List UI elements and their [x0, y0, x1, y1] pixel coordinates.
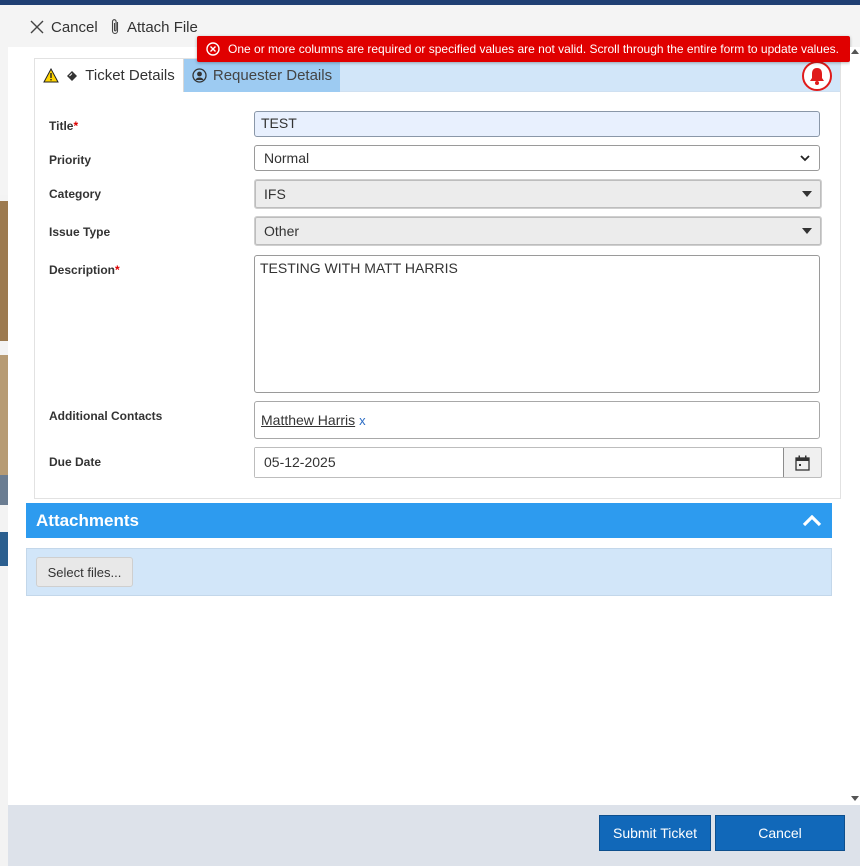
footer-cancel-button[interactable]: Cancel [715, 815, 845, 851]
alert-bell-button[interactable] [802, 61, 832, 91]
due-date-input[interactable]: 05-12-2025 [255, 448, 784, 477]
tab-ticket-details-label: Ticket Details [85, 67, 175, 84]
remove-contact-button[interactable]: x [359, 413, 366, 428]
priority-value: Normal [264, 150, 310, 166]
contact-chip[interactable]: Matthew Harris [261, 412, 355, 428]
scroll-up-arrow[interactable] [851, 49, 859, 54]
tab-requester-details-label: Requester Details [212, 67, 333, 84]
chevron-up-icon [802, 514, 822, 526]
due-date-label: Due Date [49, 455, 102, 469]
scrollbar[interactable] [850, 47, 860, 803]
description-label: Description* [49, 263, 120, 277]
user-circle-icon [192, 68, 207, 83]
validation-error-banner: One or more columns are required or spec… [197, 36, 850, 62]
priority-label: Priority [49, 153, 92, 167]
category-value: IFS [264, 186, 286, 202]
warning-icon [43, 68, 60, 83]
attachments-panel: Select files... [26, 548, 832, 596]
attachments-header[interactable]: Attachments [26, 503, 832, 538]
additional-contacts-label: Additional Contacts [49, 409, 163, 423]
calendar-icon [795, 455, 810, 471]
paperclip-icon [111, 19, 119, 35]
issue-type-dropdown[interactable]: Other [254, 216, 822, 246]
category-label: Category [49, 187, 102, 201]
ticket-form-panel: Ticket Details Requester Details Title* … [34, 58, 841, 499]
select-files-button[interactable]: Select files... [36, 557, 133, 587]
background-page-sliver [0, 5, 8, 866]
title-input[interactable]: TEST [254, 111, 820, 137]
category-dropdown[interactable]: IFS [254, 179, 822, 209]
attach-file-button[interactable]: Attach File [110, 17, 198, 37]
attach-file-label: Attach File [127, 18, 198, 36]
scroll-down-arrow[interactable] [851, 796, 859, 801]
calendar-button[interactable] [784, 448, 821, 477]
bell-icon [810, 68, 824, 85]
tab-requester-details[interactable]: Requester Details [184, 59, 340, 92]
close-icon [30, 20, 44, 34]
dialog-footer: Submit Ticket Cancel [8, 805, 860, 866]
validation-error-message: One or more columns are required or spec… [228, 42, 839, 56]
caret-down-icon [802, 228, 812, 234]
caret-down-icon [802, 191, 812, 197]
issue-type-value: Other [264, 223, 300, 239]
chevron-down-icon [800, 154, 810, 161]
title-label: Title* [49, 119, 79, 133]
tab-ticket-details[interactable]: Ticket Details [35, 59, 184, 92]
tabs-bar: Ticket Details Requester Details [35, 59, 840, 92]
ticket-icon [67, 70, 78, 81]
error-circle-icon [206, 42, 220, 56]
attachments-title: Attachments [36, 510, 139, 530]
additional-contacts-field[interactable]: Matthew Harris x [254, 401, 820, 439]
issue-type-label: Issue Type [49, 225, 111, 239]
toolbar-cancel-button[interactable]: Cancel [30, 17, 98, 37]
description-textarea[interactable]: TESTING WITH MATT HARRIS [254, 255, 820, 393]
toolbar-cancel-label: Cancel [51, 18, 98, 36]
due-date-picker: 05-12-2025 [254, 447, 822, 478]
submit-ticket-button[interactable]: Submit Ticket [599, 815, 711, 851]
priority-select[interactable]: Normal [254, 145, 820, 171]
ticket-dialog: Cancel Attach File Ticket Details Reques… [8, 5, 860, 866]
